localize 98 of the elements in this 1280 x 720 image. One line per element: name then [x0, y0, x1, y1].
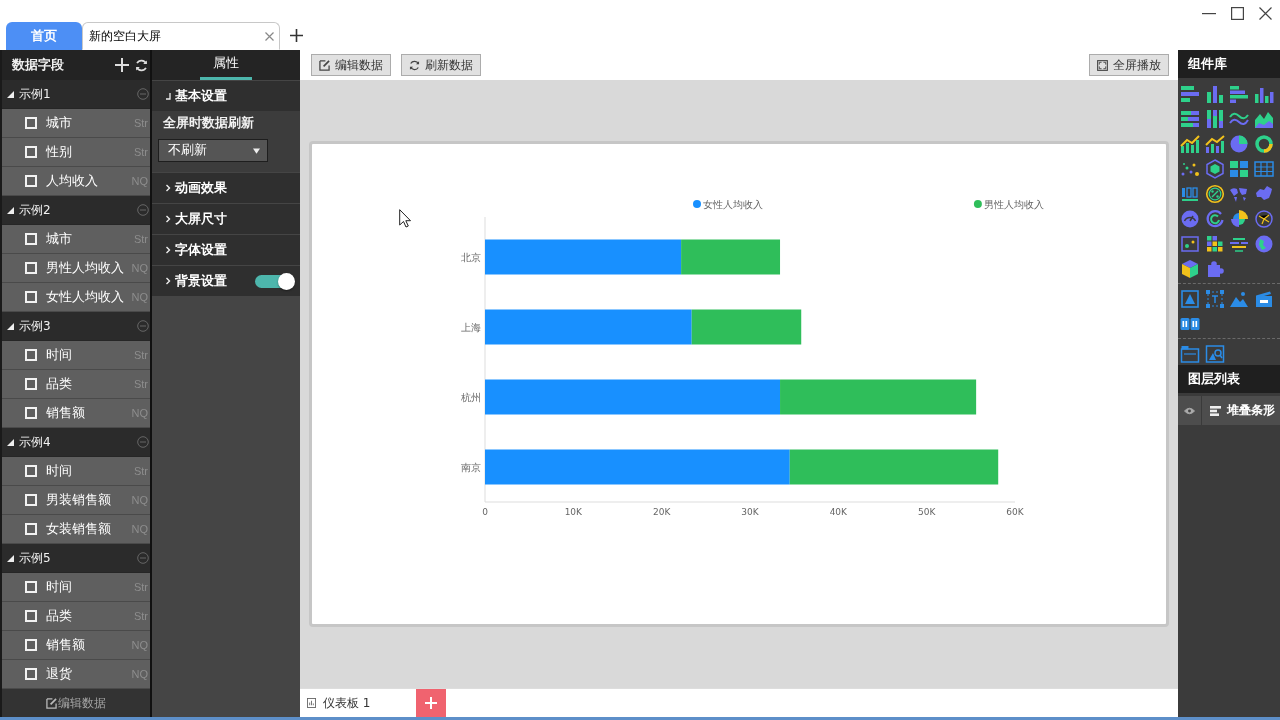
fullscreen-icon — [1097, 59, 1108, 71]
axis-label: 40K — [829, 507, 847, 517]
text-box-icon[interactable] — [1180, 289, 1200, 309]
axis-label: 南京 — [461, 461, 481, 473]
donut-chart-icon[interactable] — [1253, 134, 1274, 154]
edit-icon — [319, 59, 330, 71]
section-header[interactable]: 动画效果 — [152, 173, 300, 203]
layer-item[interactable]: 堆叠条形 — [1178, 396, 1280, 425]
eye-icon[interactable] — [1184, 406, 1195, 415]
checkbox[interactable] — [25, 233, 37, 245]
field-label: 全屏时数据刷新 — [162, 115, 255, 131]
bar-chart-icon — [1210, 405, 1221, 416]
expand-triangle-icon[interactable] — [7, 554, 14, 562]
heatmap-icon[interactable] — [1204, 234, 1225, 254]
panel-title: 组件库 — [1188, 55, 1227, 73]
percent-ring-icon[interactable] — [1204, 184, 1225, 204]
toolbar-button[interactable]: 编辑数据 — [311, 54, 391, 76]
network-icon[interactable] — [1253, 209, 1274, 229]
horizontal-bar-chart-icon[interactable] — [1180, 84, 1200, 104]
stacked-bar-chart-icon[interactable] — [1180, 109, 1200, 129]
tab[interactable]: 新的空白大屏 — [82, 22, 280, 50]
horizontal-bar-chart-icon[interactable] — [1229, 84, 1249, 104]
add-sheet-button[interactable] — [416, 689, 446, 717]
checkbox[interactable] — [25, 291, 37, 303]
table-icon[interactable] — [1253, 159, 1274, 179]
hexagon-icon[interactable] — [1204, 159, 1225, 179]
section-header[interactable]: 基本设置 — [152, 81, 300, 111]
chevron-icon[interactable] — [165, 215, 171, 223]
maximize-icon[interactable] — [1231, 7, 1244, 20]
rose-chart-icon[interactable] — [1229, 209, 1249, 229]
checkbox[interactable] — [25, 465, 37, 477]
chevron-icon[interactable] — [165, 92, 171, 100]
expand-triangle-icon[interactable] — [7, 438, 14, 446]
pie-chart-icon[interactable] — [1229, 134, 1249, 154]
cube-icon[interactable] — [1180, 259, 1200, 279]
checkbox[interactable] — [25, 610, 37, 622]
legend-label: 男性人均收入 — [983, 198, 1044, 210]
expand-triangle-icon[interactable] — [7, 90, 14, 98]
combo-chart-icon[interactable] — [1180, 134, 1200, 154]
refresh-select[interactable]: 不刷新 — [158, 139, 268, 162]
sheet-icon — [307, 698, 316, 708]
checkbox[interactable] — [25, 407, 37, 419]
panel-title: 数据字段 — [12, 56, 65, 74]
refresh-icon[interactable] — [135, 58, 148, 72]
ring-progress-icon[interactable] — [1204, 209, 1225, 229]
globe-icon[interactable] — [1253, 234, 1274, 254]
close-icon[interactable] — [1259, 7, 1272, 20]
edit-icon — [46, 697, 57, 709]
axis-label: 北京 — [461, 251, 481, 263]
legend-label: 女性人均收入 — [703, 198, 763, 210]
chevron-icon[interactable] — [165, 277, 171, 285]
bar-chart-icon[interactable] — [1204, 84, 1225, 104]
checkbox[interactable] — [25, 117, 37, 129]
axis-label: 50K — [918, 507, 936, 517]
checkbox[interactable] — [25, 146, 37, 158]
text-frame-icon[interactable] — [1204, 289, 1225, 309]
checkbox[interactable] — [25, 378, 37, 390]
axis-label: 10K — [564, 507, 582, 517]
tab-panel-icon[interactable] — [1180, 344, 1200, 364]
stacked-column-chart-icon[interactable] — [1204, 109, 1225, 129]
mouse-pointer-icon — [399, 209, 411, 228]
section-header[interactable]: 字体设置 — [152, 235, 300, 265]
checkbox[interactable] — [25, 668, 37, 680]
expand-triangle-icon[interactable] — [7, 322, 14, 330]
checkbox[interactable] — [25, 175, 37, 187]
image-frame-icon[interactable] — [1204, 344, 1225, 364]
video-icon[interactable] — [1253, 289, 1274, 309]
axis-label: 30K — [741, 507, 759, 517]
caret-icon — [253, 147, 260, 154]
plus-icon — [425, 697, 437, 709]
plus-icon[interactable] — [290, 29, 303, 42]
combo-chart-icon[interactable] — [1204, 134, 1225, 154]
checkbox[interactable] — [25, 639, 37, 651]
axis-label: 20K — [653, 507, 671, 517]
checkbox[interactable] — [25, 523, 37, 535]
number-card-icon[interactable] — [1180, 184, 1200, 204]
section-header[interactable]: 背景设置 — [152, 266, 300, 296]
expand-triangle-icon[interactable] — [7, 206, 14, 214]
picture-frame-icon[interactable] — [1180, 234, 1200, 254]
checkbox[interactable] — [25, 494, 37, 506]
section-header[interactable]: 大屏尺寸 — [152, 204, 300, 234]
chevron-icon[interactable] — [165, 246, 171, 254]
toolbar-button[interactable]: 刷新数据 — [401, 54, 481, 76]
chevron-icon[interactable] — [165, 184, 171, 192]
tile-layout-icon[interactable] — [1229, 159, 1249, 179]
axis-label: 60K — [1006, 507, 1024, 517]
checkbox[interactable] — [25, 349, 37, 361]
refresh-icon — [409, 59, 420, 71]
axis-label: 杭州 — [461, 391, 481, 403]
checkbox[interactable] — [25, 262, 37, 274]
axis-label: 0 — [482, 507, 488, 517]
toggle-switch[interactable] — [255, 274, 293, 288]
toolbar-button[interactable]: 全屏播放 — [1089, 54, 1169, 76]
gauge-icon[interactable] — [1180, 209, 1200, 229]
minimize-icon[interactable] — [1202, 12, 1216, 15]
panel-title: 图层列表 — [1188, 370, 1240, 388]
axis-label: 上海 — [461, 321, 481, 333]
checkbox[interactable] — [25, 581, 37, 593]
